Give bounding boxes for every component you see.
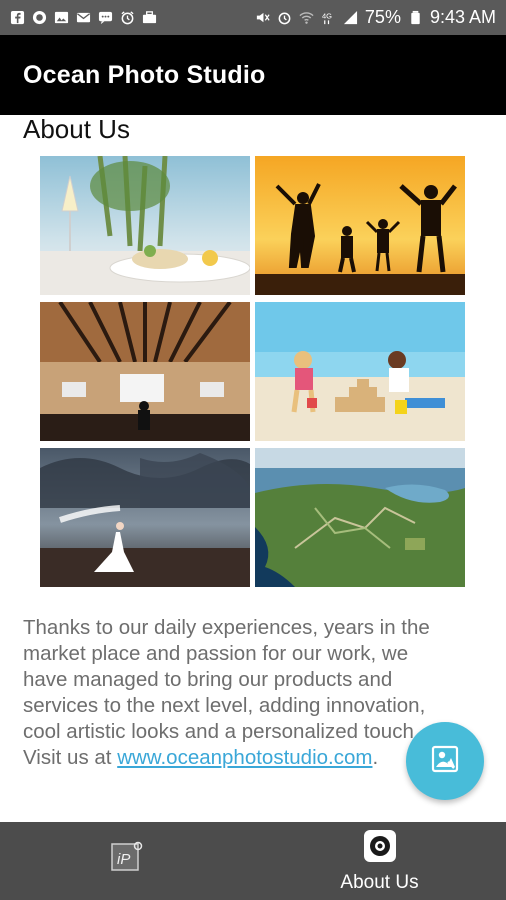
clock: 9:43 AM — [429, 7, 496, 27]
page-title: About Us — [23, 114, 130, 144]
nav-about-us[interactable]: About Us — [253, 822, 506, 900]
status-bar: 4G 75% 9:43 AM — [0, 0, 506, 35]
photo-conference-hall[interactable] — [40, 302, 250, 441]
contact-fab[interactable] — [406, 722, 484, 800]
photo-aerial-coast[interactable] — [255, 448, 465, 587]
nav-home[interactable]: iP — [0, 822, 253, 900]
camera-lens-icon — [363, 829, 397, 868]
alarm-icon — [120, 10, 135, 25]
website-link[interactable]: www.oceanphotostudio.com — [117, 746, 372, 769]
alarm-icon — [277, 10, 292, 25]
notification-icons — [10, 10, 157, 25]
messenger-icon — [32, 10, 47, 25]
signal-icon — [343, 10, 358, 25]
sms-icon — [98, 10, 113, 25]
nav-about-us-label: About Us — [340, 871, 419, 893]
about-description: Thanks to our daily experiences, years i… — [23, 615, 443, 771]
about-text-end: . — [372, 746, 379, 769]
photo-sunset-family[interactable] — [255, 156, 465, 295]
app-bar: Ocean Photo Studio — [0, 35, 506, 115]
wifi-icon — [299, 10, 314, 25]
battery-percent: 75% — [364, 7, 401, 27]
photo-food[interactable] — [40, 156, 250, 295]
photo-bride-beach[interactable] — [40, 448, 250, 587]
mail-icon — [76, 10, 91, 25]
svg-text:4G: 4G — [322, 11, 332, 20]
bottom-nav: iP About Us — [0, 822, 506, 900]
photo-beach-kids[interactable] — [255, 302, 465, 441]
facebook-icon — [10, 10, 25, 25]
ip-logo-icon: iP — [110, 840, 144, 879]
svg-text:iP: iP — [117, 851, 130, 868]
briefcase-icon — [142, 10, 157, 25]
gallery-icon — [54, 10, 69, 25]
system-icons: 4G 75% 9:43 AM — [255, 7, 496, 28]
photo-gallery — [40, 156, 467, 588]
mute-icon — [255, 10, 270, 25]
network-icon: 4G — [321, 10, 336, 25]
battery-icon — [408, 10, 423, 25]
contact-icon — [430, 744, 460, 779]
app-title: Ocean Photo Studio — [23, 60, 266, 89]
